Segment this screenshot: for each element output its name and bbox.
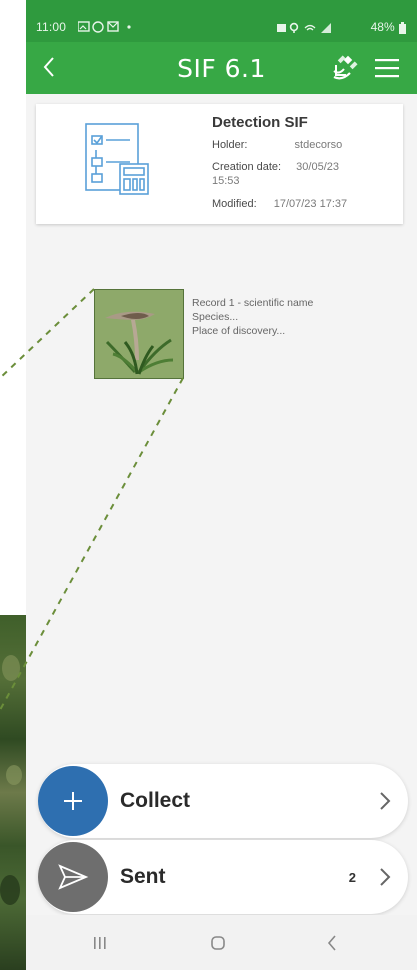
screen: 11:00 48% SIF 6.1 Detection SIF Holder: … — [0, 0, 417, 970]
system-navigation-bar — [26, 915, 417, 970]
satellite-button[interactable] — [328, 51, 362, 85]
sent-label: Sent — [120, 865, 166, 888]
creation-date-row: Creation date: 30/05/23 — [212, 161, 339, 173]
holder-value: stdecorso — [294, 139, 343, 151]
modified-row: Modified: 17/07/23 17:37 — [212, 198, 347, 210]
recent-apps-button[interactable] — [86, 929, 114, 957]
form-document-icon — [85, 123, 149, 195]
menu-button[interactable] — [372, 54, 402, 82]
sent-circle — [38, 842, 108, 912]
system-back-button[interactable] — [318, 929, 346, 957]
background-plant-photo — [0, 615, 26, 970]
app-bar: SIF 6.1 — [26, 42, 417, 94]
holder-row: Holder: stdecorso — [212, 139, 342, 151]
sent-count-badge: 2 — [348, 870, 356, 885]
status-bar: 11:00 48% — [26, 0, 417, 42]
home-icon — [211, 936, 225, 950]
back-chevron-icon — [327, 935, 336, 951]
modified-value: 17/07/23 17:37 — [273, 198, 348, 210]
phone-screen: 11:00 48% SIF 6.1 Detection SIF Holder: … — [26, 0, 417, 970]
collect-button[interactable]: Collect — [38, 764, 408, 838]
hamburger-menu-icon — [375, 59, 399, 78]
card-title: Detection SIF — [212, 114, 308, 131]
record-title: Record 1 - scientific name — [192, 297, 314, 309]
creation-date: 30/05/23 — [296, 161, 339, 173]
status-time: 11:00 — [36, 20, 67, 34]
form-document-thumbnail — [38, 106, 200, 218]
plus-icon — [64, 792, 82, 810]
creation-time: 15:53 — [212, 175, 240, 187]
satellite-icon — [333, 55, 358, 80]
detection-card[interactable]: Detection SIF Holder: stdecorso Creation… — [36, 104, 403, 224]
mushroom-plant-illustration — [95, 290, 183, 378]
chevron-right-icon — [380, 792, 391, 810]
record-place: Place of discovery... — [192, 325, 286, 337]
record-species: Species... — [192, 311, 239, 323]
modified-label: Modified: — [212, 198, 257, 210]
send-paper-plane-icon — [58, 864, 89, 890]
creation-label: Creation date: — [212, 161, 282, 173]
record-details[interactable]: Record 1 - scientific name Species... Pl… — [192, 296, 313, 338]
collect-label: Collect — [120, 789, 191, 812]
chevron-right-icon — [380, 868, 391, 886]
recent-apps-icon — [94, 937, 106, 949]
record-thumbnail[interactable] — [94, 289, 184, 379]
home-button[interactable] — [204, 929, 232, 957]
collect-circle — [38, 766, 108, 836]
creation-time-row: 15:53 — [212, 175, 240, 187]
battery-percent: 48% — [370, 20, 395, 34]
sent-button[interactable]: Sent 2 — [38, 840, 408, 914]
holder-label: Holder: — [212, 139, 248, 151]
status-right-group: 48% — [277, 20, 407, 34]
status-notification-icons — [77, 21, 134, 36]
